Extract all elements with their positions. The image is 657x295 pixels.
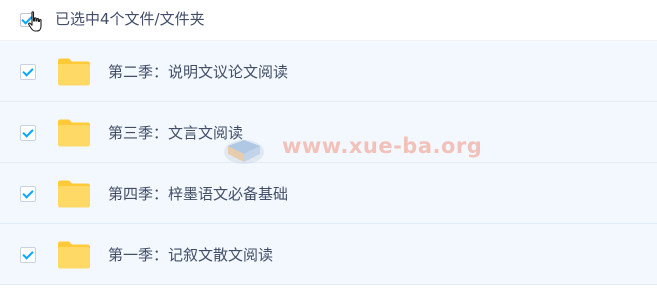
item-name[interactable]: 第一季：记叙文散文阅读	[108, 244, 273, 266]
folder-icon	[58, 180, 90, 208]
list-item[interactable]: 第二季：说明文议论文阅读	[0, 41, 657, 102]
item-checkbox[interactable]	[20, 125, 36, 141]
book-logo-icon	[224, 140, 264, 164]
item-name[interactable]: 第二季：说明文议论文阅读	[108, 61, 288, 83]
item-name[interactable]: 第四季：梓墨语文必备基础	[108, 183, 288, 205]
folder-icon	[58, 119, 90, 147]
watermark-text: www.xue-ba.org	[282, 134, 483, 158]
list-item[interactable]: 第一季：记叙文散文阅读	[0, 224, 657, 285]
selection-count-text: 已选中4个文件/文件夹	[55, 10, 205, 28]
file-list-panel: 已选中4个文件/文件夹 第二季：说明文议论文阅读 第三季：文言文阅读 第四季：梓…	[0, 0, 657, 295]
item-checkbox[interactable]	[20, 64, 36, 80]
hand-cursor-icon	[28, 11, 42, 32]
folder-icon	[58, 58, 90, 86]
list-item[interactable]: 第四季：梓墨语文必备基础	[0, 163, 657, 224]
file-list: 第二季：说明文议论文阅读 第三季：文言文阅读 第四季：梓墨语文必备基础 第一季：…	[0, 41, 657, 285]
item-checkbox[interactable]	[20, 186, 36, 202]
item-checkbox[interactable]	[20, 247, 36, 263]
selection-header: 已选中4个文件/文件夹	[0, 0, 657, 41]
folder-icon	[58, 241, 90, 269]
